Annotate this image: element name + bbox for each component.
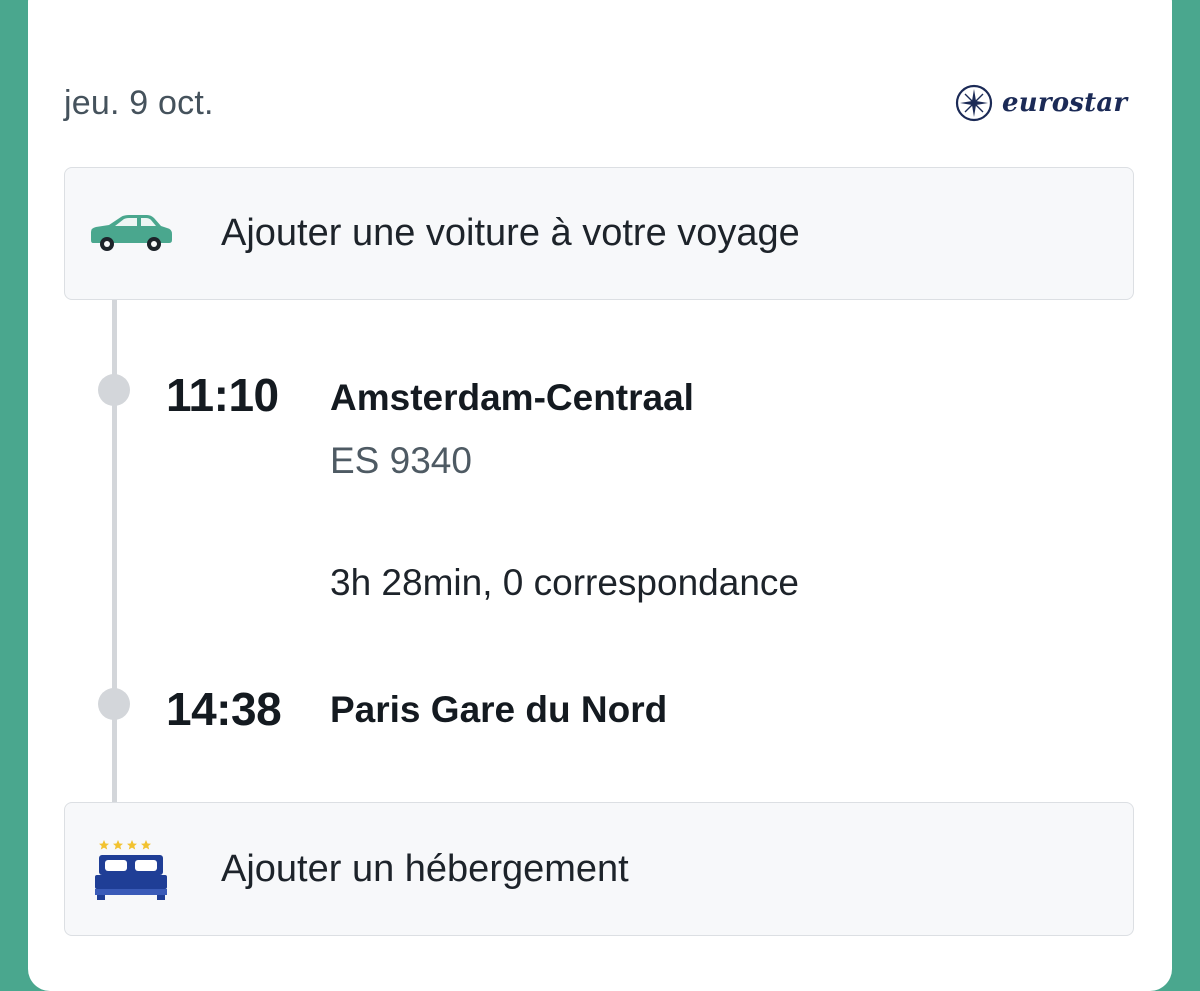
- departure-dot: [98, 374, 130, 406]
- add-car-button[interactable]: Ajouter une voiture à votre voyage: [64, 167, 1134, 300]
- arrival-dot: [98, 688, 130, 720]
- add-hotel-label: Ajouter un hébergement: [221, 847, 629, 890]
- travel-date: jeu. 9 oct.: [64, 84, 214, 122]
- departure-time: 11:10: [166, 369, 279, 421]
- add-hotel-button[interactable]: Ajouter un hébergement: [64, 802, 1134, 936]
- arrival-station: Paris Gare du Nord: [330, 689, 668, 730]
- hotel-bed-icon: [95, 838, 167, 900]
- train-number: ES 9340: [330, 440, 472, 481]
- duration-summary: 3h 28min, 0 correspondance: [330, 562, 799, 603]
- eurostar-star-icon: [955, 84, 993, 122]
- operator-logo-text: eurostar: [1002, 88, 1128, 118]
- add-car-label: Ajouter une voiture à votre voyage: [221, 212, 800, 254]
- car-icon: [87, 214, 175, 254]
- departure-station: Amsterdam-Centraal: [330, 377, 694, 418]
- operator-logo: eurostar: [954, 83, 1127, 123]
- arrival-time: 14:38: [166, 683, 282, 735]
